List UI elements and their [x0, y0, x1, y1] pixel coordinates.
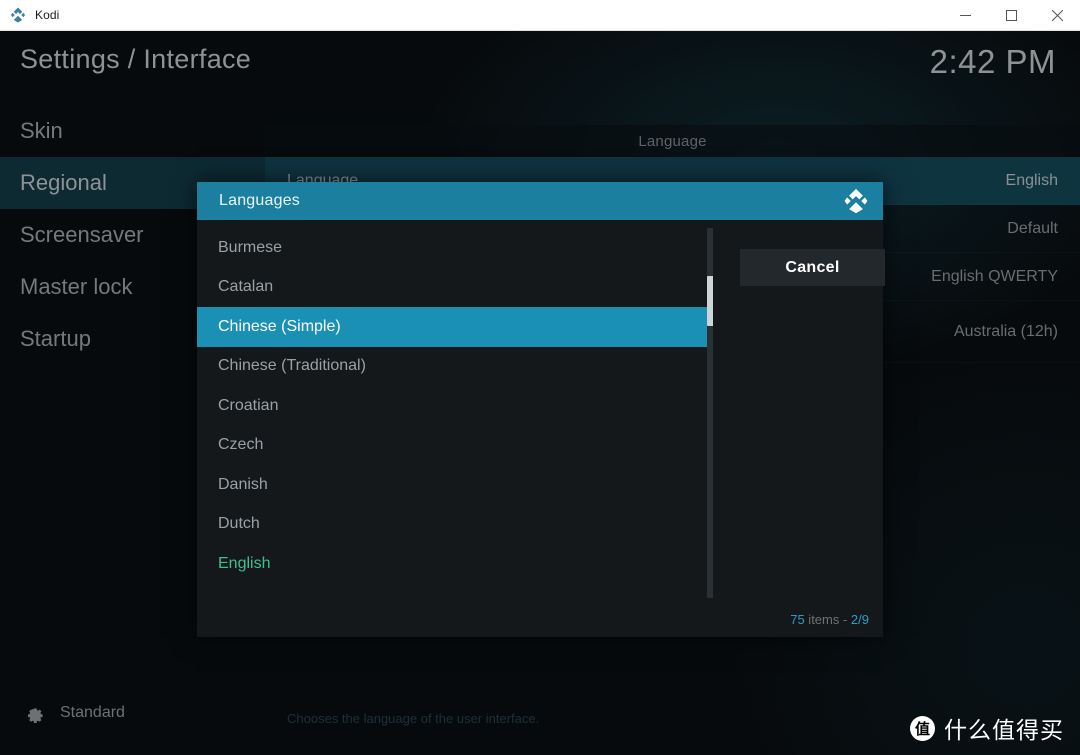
settings-level-label: Standard: [60, 704, 125, 721]
gear-icon: [22, 701, 46, 725]
list-item-label: Danish: [218, 475, 268, 493]
setting-value: English QWERTY: [931, 267, 1058, 285]
list-item-label: Burmese: [218, 238, 283, 256]
dialog-body: Burmese Catalan Chinese (Simple) Chinese…: [197, 220, 885, 637]
items-count-separator: items -: [804, 612, 851, 627]
window-title: Kodi: [35, 8, 60, 22]
watermark-text: 什么值得买: [944, 718, 1064, 744]
kodi-logo-icon: [843, 188, 869, 214]
window-titlebar: Kodi: [0, 0, 1080, 31]
languages-dialog: Languages Burmese Catalan Chinese (Simpl…: [197, 182, 885, 637]
list-item[interactable]: Burmese: [197, 228, 713, 268]
kodi-window: Kodi Settings / Interface 2:42 PM Skin R…: [0, 0, 1080, 755]
items-count-page: 2/9: [850, 612, 869, 627]
cancel-button[interactable]: Cancel: [740, 249, 885, 286]
settings-level-selector[interactable]: Standard: [22, 701, 125, 725]
section-header-language: Language: [265, 125, 1080, 157]
dialog-header: Languages: [197, 182, 883, 220]
kodi-ui: Settings / Interface 2:42 PM Skin Region…: [0, 31, 1080, 755]
dialog-side-panel: Cancel 75 items - 2/9: [713, 220, 885, 637]
dialog-title: Languages: [219, 192, 300, 209]
setting-description: Chooses the language of the user interfa…: [287, 711, 540, 726]
kodi-logo-icon: [10, 7, 26, 23]
list-item[interactable]: Danish: [197, 465, 713, 505]
list-item[interactable]: Catalan: [197, 268, 713, 308]
sidebar-item-label: Startup: [20, 326, 91, 351]
language-list: Burmese Catalan Chinese (Simple) Chinese…: [197, 220, 714, 637]
items-count-total: 75: [790, 612, 805, 627]
list-item[interactable]: Czech: [197, 426, 713, 466]
page-title: Settings / Interface: [20, 44, 252, 74]
sidebar-item-label: Screensaver: [20, 222, 144, 247]
list-item[interactable]: Croatian: [197, 386, 713, 426]
list-item-selected[interactable]: Chinese (Simple): [197, 307, 713, 347]
setting-value: English: [1005, 171, 1058, 189]
list-item-label: Croatian: [218, 396, 279, 414]
close-icon[interactable]: [1034, 0, 1080, 31]
watermark: 值 什么值得买: [910, 711, 1064, 745]
sidebar-item-label: Skin: [20, 118, 63, 143]
sidebar-item-label: Regional: [20, 170, 107, 195]
list-item[interactable]: Dutch: [197, 505, 713, 545]
items-count: 75 items - 2/9: [790, 612, 869, 627]
sidebar-item-label: Master lock: [20, 274, 133, 299]
sidebar-item-skin[interactable]: Skin: [0, 105, 265, 157]
setting-value: Australia (12h): [953, 322, 1058, 340]
minimize-icon[interactable]: [942, 0, 988, 31]
maximize-icon[interactable]: [988, 0, 1034, 31]
list-item[interactable]: Chinese (Traditional): [197, 347, 713, 387]
list-item-current[interactable]: English: [197, 544, 713, 584]
setting-value: Default: [1007, 219, 1058, 237]
list-item-label: Czech: [218, 436, 264, 454]
list-item-label: Dutch: [218, 515, 260, 533]
list-item-label: Catalan: [218, 278, 274, 296]
clock: 2:42 PM: [929, 43, 1056, 80]
list-item-label: English: [218, 554, 271, 572]
list-item-label: Chinese (Simple): [218, 317, 341, 335]
watermark-badge: 值: [910, 715, 935, 741]
list-item-label: Chinese (Traditional): [218, 357, 366, 375]
